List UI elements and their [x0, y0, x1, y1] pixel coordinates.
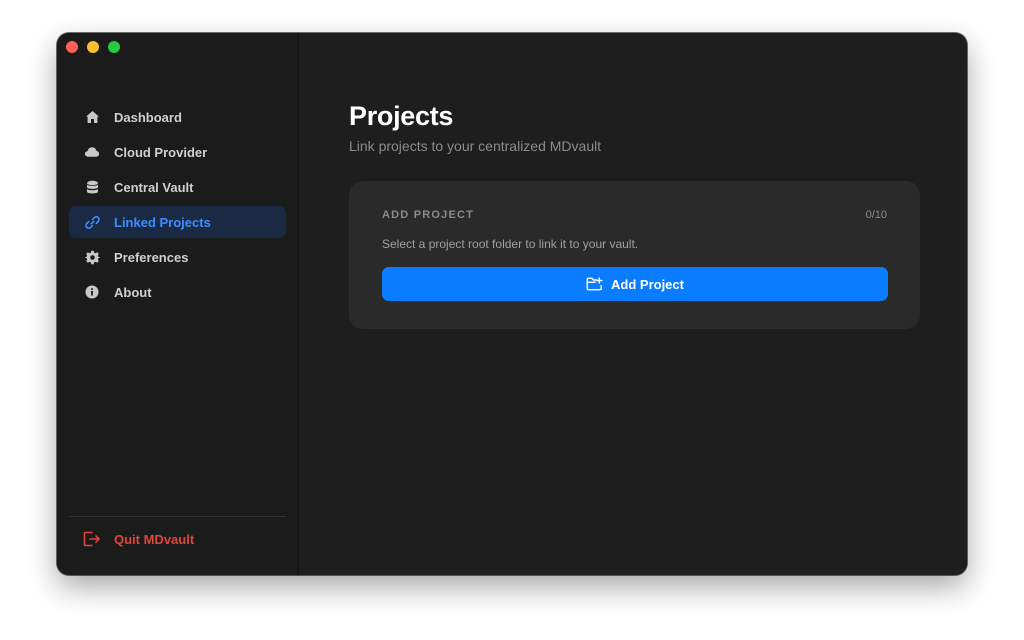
- folder-plus-icon: [586, 277, 603, 291]
- database-icon: [84, 179, 100, 195]
- sidebar-item-linked-projects[interactable]: Linked Projects: [69, 206, 286, 238]
- sidebar-nav: Dashboard Cloud Provider Central Vault L…: [69, 101, 286, 311]
- app-window: Dashboard Cloud Provider Central Vault L…: [57, 33, 967, 575]
- sidebar-divider: [69, 516, 286, 517]
- page-title: Projects: [349, 101, 454, 131]
- traffic-lights: [66, 41, 120, 53]
- link-icon: [84, 214, 100, 230]
- sidebar-item-label: Central Vault: [114, 179, 194, 195]
- home-icon: [84, 109, 100, 125]
- sidebar-item-label: About: [114, 284, 152, 300]
- sidebar-item-label: Linked Projects: [114, 214, 211, 230]
- minimize-window-button[interactable]: [87, 41, 99, 53]
- add-project-card: ADD PROJECT 0/10 Select a project root f…: [349, 181, 920, 329]
- sidebar: Dashboard Cloud Provider Central Vault L…: [57, 33, 299, 575]
- sidebar-item-about[interactable]: About: [69, 276, 286, 308]
- quit-button[interactable]: Quit MDvault: [69, 527, 286, 551]
- sidebar-item-dashboard[interactable]: Dashboard: [69, 101, 286, 133]
- page-subtitle: Link projects to your centralized MDvaul…: [349, 138, 602, 154]
- main-content: Projects Link projects to your centraliz…: [299, 33, 967, 575]
- sidebar-item-label: Cloud Provider: [114, 144, 208, 160]
- add-project-label: Add Project: [611, 276, 684, 292]
- sidebar-item-label: Preferences: [114, 249, 189, 265]
- gear-icon: [84, 249, 100, 265]
- close-window-button[interactable]: [66, 41, 78, 53]
- card-title: ADD PROJECT: [382, 209, 475, 221]
- cloud-icon: [84, 144, 100, 160]
- zoom-window-button[interactable]: [108, 41, 120, 53]
- sidebar-item-preferences[interactable]: Preferences: [69, 241, 286, 273]
- add-project-button[interactable]: Add Project: [382, 267, 888, 301]
- card-description: Select a project root folder to link it …: [382, 237, 639, 251]
- quit-label: Quit MDvault: [114, 531, 195, 547]
- sign-out-icon: [83, 530, 101, 548]
- sidebar-item-label: Dashboard: [114, 109, 182, 125]
- sidebar-item-central-vault[interactable]: Central Vault: [69, 171, 286, 203]
- sidebar-item-cloud-provider[interactable]: Cloud Provider: [69, 136, 286, 168]
- info-icon: [84, 284, 100, 300]
- card-header: ADD PROJECT 0/10: [382, 209, 887, 221]
- project-count: 0/10: [865, 209, 887, 221]
